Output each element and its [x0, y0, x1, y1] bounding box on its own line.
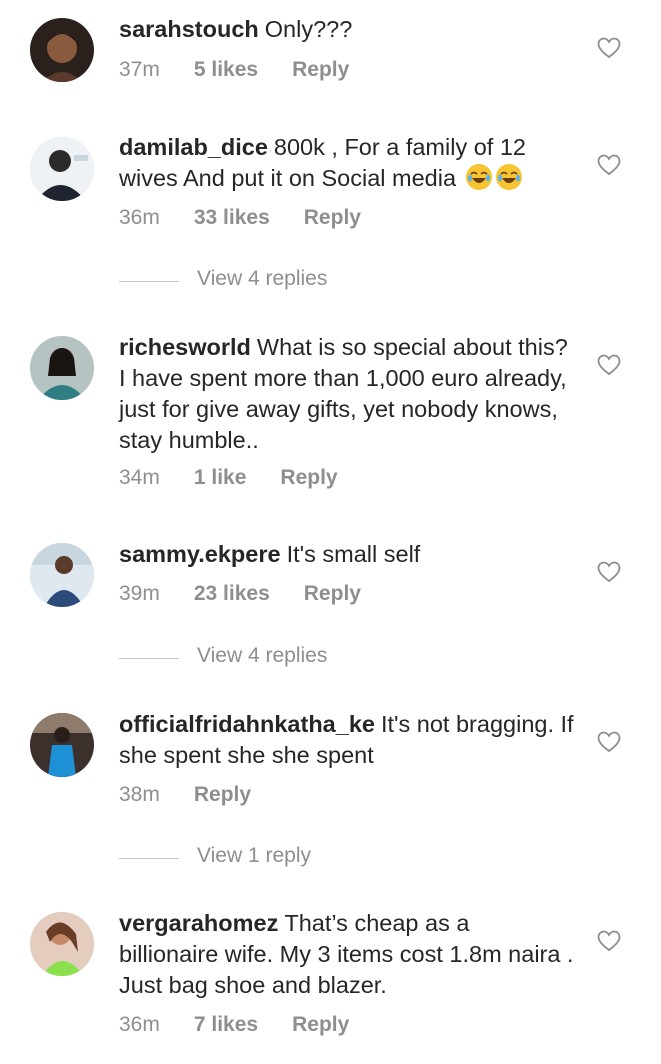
avatar[interactable] [30, 336, 94, 400]
heart-icon[interactable] [597, 930, 621, 952]
divider [119, 658, 179, 659]
timestamp: 39m [119, 582, 160, 605]
view-replies-label: View 4 replies [197, 644, 328, 667]
divider [119, 281, 179, 282]
timestamp: 36m [119, 206, 160, 229]
username[interactable]: sammy.ekpere [119, 541, 281, 567]
view-replies-label: View 4 replies [197, 267, 328, 290]
likes-count[interactable]: 23 likes [194, 582, 270, 605]
timestamp: 34m [119, 466, 160, 489]
likes-count[interactable]: 5 likes [194, 58, 258, 81]
username[interactable]: vergarahomez [119, 910, 278, 936]
avatar[interactable] [30, 137, 94, 201]
timestamp: 37m [119, 58, 160, 81]
reply-button[interactable]: Reply [292, 1013, 349, 1036]
comment-meta: 38m Reply [119, 783, 285, 807]
timestamp: 38m [119, 783, 160, 806]
username[interactable]: richesworld [119, 334, 251, 360]
timestamp: 36m [119, 1013, 160, 1036]
comment-text: richesworld What is so special about this… [119, 332, 574, 456]
comment-text: damilab_dice 800k , For a family of 12 wi… [119, 132, 574, 194]
comment-meta: 34m 1 like Reply [119, 466, 372, 490]
username[interactable]: officialfridahnkatha_ke [119, 711, 375, 737]
comment-meta: 36m 7 likes Reply [119, 1013, 383, 1037]
heart-icon[interactable] [597, 37, 621, 59]
comment-text: vergarahomez That’s cheap as a billionair… [119, 908, 574, 1001]
reply-button[interactable]: Reply [304, 582, 361, 605]
heart-icon[interactable] [597, 354, 621, 376]
likes-count[interactable]: 1 like [194, 466, 247, 489]
laughing-emoji-icon [495, 164, 522, 190]
reply-button[interactable]: Reply [304, 206, 361, 229]
divider [119, 858, 179, 859]
comment-meta: 39m 23 likes Reply [119, 582, 395, 606]
comment-body: It's small self [286, 541, 421, 567]
comment-text: sarahstouch Only??? [119, 14, 574, 45]
comment-text: officialfridahnkatha_ke It's not bragging… [119, 709, 574, 771]
likes-count[interactable]: 7 likes [194, 1013, 258, 1036]
comment-meta: 37m 5 likes Reply [119, 58, 383, 82]
laughing-emoji-icon [465, 164, 492, 190]
likes-count[interactable]: 33 likes [194, 206, 270, 229]
heart-icon[interactable] [597, 154, 621, 176]
reply-button[interactable]: Reply [280, 466, 337, 489]
avatar[interactable] [30, 543, 94, 607]
avatar[interactable] [30, 713, 94, 777]
comment-text: sammy.ekpere It's small self [119, 539, 574, 570]
username[interactable]: sarahstouch [119, 16, 259, 42]
reply-button[interactable]: Reply [194, 783, 251, 806]
username[interactable]: damilab_dice [119, 134, 268, 160]
reply-button[interactable]: Reply [292, 58, 349, 81]
avatar[interactable] [30, 912, 94, 976]
heart-icon[interactable] [597, 731, 621, 753]
comment-body: Only??? [264, 16, 353, 42]
avatar[interactable] [30, 18, 94, 82]
heart-icon[interactable] [597, 561, 621, 583]
comment-meta: 36m 33 likes Reply [119, 206, 395, 230]
view-replies-label: View 1 reply [197, 844, 312, 867]
